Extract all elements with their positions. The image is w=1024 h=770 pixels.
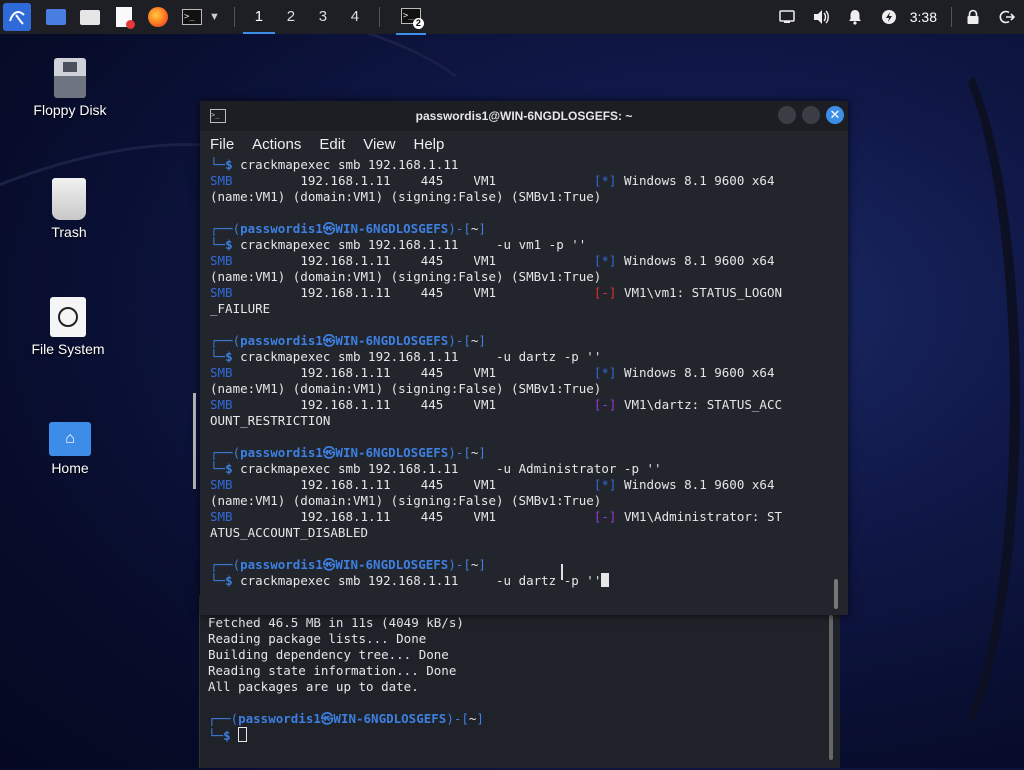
taskbar-terminal-group[interactable]: >_ 2 bbox=[395, 0, 426, 35]
scrollbar[interactable] bbox=[829, 615, 833, 760]
window-title: passwordis1@WIN-6NGDLOSGEFS: ~ bbox=[415, 109, 633, 123]
background-terminal-window[interactable]: Fetched 46.5 MB in 11s (4049 kB/s) Readi… bbox=[199, 595, 840, 768]
command-line: └─$ crackmapexec smb 192.168.1.11 bbox=[210, 157, 459, 172]
smb-line: SMB 192.168.1.11 445 VM1 [*] Windows 8.1… bbox=[210, 253, 775, 268]
terminal-line: Reading package lists... Done bbox=[208, 631, 427, 646]
smb-result-line: SMB 192.168.1.11 445 VM1 [-] VM1\vm1: ST… bbox=[210, 285, 782, 300]
chevron-down-icon[interactable]: ▼ bbox=[209, 11, 220, 23]
prompt-line: ┌──(passwordis1㉿WIN-6NGDLOSGEFS)-[~] bbox=[208, 711, 484, 726]
terminal-line: Reading state information... Done bbox=[208, 663, 457, 678]
close-button[interactable]: ✕ bbox=[826, 106, 844, 124]
show-desktop-icon[interactable] bbox=[45, 6, 67, 28]
smb-result-line: SMB 192.168.1.11 445 VM1 [-] VM1\Adminis… bbox=[210, 509, 782, 524]
command-line: └─$ crackmapexec smb 192.168.1.11 -u dar… bbox=[210, 349, 602, 364]
terminal-line: Fetched 46.5 MB in 11s (4049 kB/s) bbox=[208, 615, 464, 630]
text-cursor bbox=[601, 573, 610, 587]
notification-bell-icon[interactable] bbox=[838, 0, 872, 34]
screen-icon[interactable] bbox=[770, 0, 804, 34]
info-line: (name:VM1) (domain:VM1) (signing:False) … bbox=[210, 189, 602, 204]
desktop-icon-floppy-disk[interactable]: Floppy Disk bbox=[15, 58, 125, 118]
text-cursor bbox=[238, 727, 248, 742]
workspace-3[interactable]: 3 bbox=[307, 0, 339, 34]
smb-line: SMB 192.168.1.11 445 VM1 [*] Windows 8.1… bbox=[210, 173, 775, 188]
command-line: └─$ crackmapexec smb 192.168.1.11 -u vm1… bbox=[210, 237, 587, 252]
panel-separator bbox=[951, 7, 952, 27]
workspace-1[interactable]: 1 bbox=[242, 0, 275, 34]
terminal-launcher-icon[interactable]: >_ bbox=[181, 6, 203, 28]
menu-view[interactable]: View bbox=[363, 136, 395, 153]
command-line: └─$ crackmapexec smb 192.168.1.11 -u Adm… bbox=[210, 461, 662, 476]
system-tray: 3:38 bbox=[770, 0, 1024, 34]
minimize-button[interactable] bbox=[778, 106, 796, 124]
current-command: crackmapexec smb 192.168.1.11 -u dartz -… bbox=[240, 573, 602, 588]
desktop-icon-home[interactable]: ⌂ Home bbox=[15, 422, 125, 476]
firefox-icon[interactable] bbox=[147, 6, 169, 28]
terminal-line: All packages are up to date. bbox=[208, 679, 419, 694]
workspace-4[interactable]: 4 bbox=[339, 0, 371, 34]
logout-icon[interactable] bbox=[990, 0, 1024, 34]
trash-icon bbox=[52, 178, 86, 220]
menu-bar: File Actions Edit View Help bbox=[200, 131, 848, 157]
top-panel: >_ ▼ 1 2 3 4 >_ 2 3:38 bbox=[0, 0, 1024, 35]
info-line: (name:VM1) (domain:VM1) (signing:False) … bbox=[210, 493, 602, 508]
workspace-2[interactable]: 2 bbox=[275, 0, 307, 34]
desktop-icon-label: Floppy Disk bbox=[33, 102, 107, 118]
desktop-icon-label: Home bbox=[51, 460, 89, 476]
desktop-icon-trash[interactable]: Trash bbox=[14, 178, 124, 240]
maximize-button[interactable] bbox=[802, 106, 820, 124]
info-line: (name:VM1) (domain:VM1) (signing:False) … bbox=[210, 381, 602, 396]
file-manager-icon[interactable] bbox=[79, 6, 101, 28]
window-resize-edge[interactable] bbox=[193, 393, 196, 489]
window-titlebar[interactable]: >_ passwordis1@WIN-6NGDLOSGEFS: ~ ✕ bbox=[200, 101, 848, 131]
desktop-icon-file-system[interactable]: File System bbox=[13, 297, 123, 357]
terminal-window[interactable]: >_ passwordis1@WIN-6NGDLOSGEFS: ~ ✕ File… bbox=[200, 101, 848, 615]
menu-actions[interactable]: Actions bbox=[252, 136, 301, 153]
smb-line: SMB 192.168.1.11 445 VM1 [*] Windows 8.1… bbox=[210, 477, 775, 492]
terminal-line: Building dependency tree... Done bbox=[208, 647, 449, 662]
smb-result-line: SMB 192.168.1.11 445 VM1 [-] VM1\dartz: … bbox=[210, 397, 782, 412]
wallpaper-swoosh bbox=[840, 30, 1020, 770]
smb-result-continuation: _FAILURE bbox=[210, 301, 271, 316]
background-terminal-output: Fetched 46.5 MB in 11s (4049 kB/s) Readi… bbox=[200, 595, 840, 743]
info-line: (name:VM1) (domain:VM1) (signing:False) … bbox=[210, 269, 602, 284]
command-input-line[interactable]: └─$ crackmapexec smb 192.168.1.11 -u dar… bbox=[210, 573, 848, 589]
scrollbar[interactable] bbox=[834, 579, 838, 609]
desktop-icon-label: File System bbox=[31, 341, 105, 357]
panel-separator bbox=[233, 7, 235, 27]
prompt-input-line[interactable]: └─$ bbox=[208, 727, 840, 743]
kali-menu-icon[interactable] bbox=[3, 3, 31, 31]
panel-separator bbox=[378, 7, 380, 27]
window-count-badge: 2 bbox=[412, 18, 424, 29]
desktop-icon-label: Trash bbox=[51, 224, 87, 240]
home-folder-icon: ⌂ bbox=[49, 422, 91, 456]
power-manager-icon[interactable] bbox=[872, 0, 906, 34]
drive-icon bbox=[50, 297, 86, 337]
text-editor-icon[interactable] bbox=[113, 6, 135, 29]
mouse-ibeam-cursor bbox=[561, 564, 563, 580]
smb-result-continuation: OUNT_RESTRICTION bbox=[210, 413, 331, 428]
prompt-line: ┌──(passwordis1㉿WIN-6NGDLOSGEFS)-[~] bbox=[210, 557, 486, 572]
menu-file[interactable]: File bbox=[210, 136, 234, 153]
prompt-line: ┌──(passwordis1㉿WIN-6NGDLOSGEFS)-[~] bbox=[210, 221, 486, 236]
smb-result-continuation: ATUS_ACCOUNT_DISABLED bbox=[210, 525, 369, 540]
lock-icon[interactable] bbox=[956, 0, 990, 34]
terminal-output[interactable]: └─$ crackmapexec smb 192.168.1.11 SMB 19… bbox=[200, 157, 848, 589]
smb-line: SMB 192.168.1.11 445 VM1 [*] Windows 8.1… bbox=[210, 365, 775, 380]
prompt-line: ┌──(passwordis1㉿WIN-6NGDLOSGEFS)-[~] bbox=[210, 333, 486, 348]
terminal-icon: >_ bbox=[210, 109, 226, 123]
floppy-disk-icon bbox=[54, 58, 86, 98]
clock[interactable]: 3:38 bbox=[906, 9, 947, 25]
prompt-line: ┌──(passwordis1㉿WIN-6NGDLOSGEFS)-[~] bbox=[210, 445, 486, 460]
menu-edit[interactable]: Edit bbox=[319, 136, 345, 153]
volume-icon[interactable] bbox=[804, 0, 838, 34]
menu-help[interactable]: Help bbox=[413, 136, 444, 153]
